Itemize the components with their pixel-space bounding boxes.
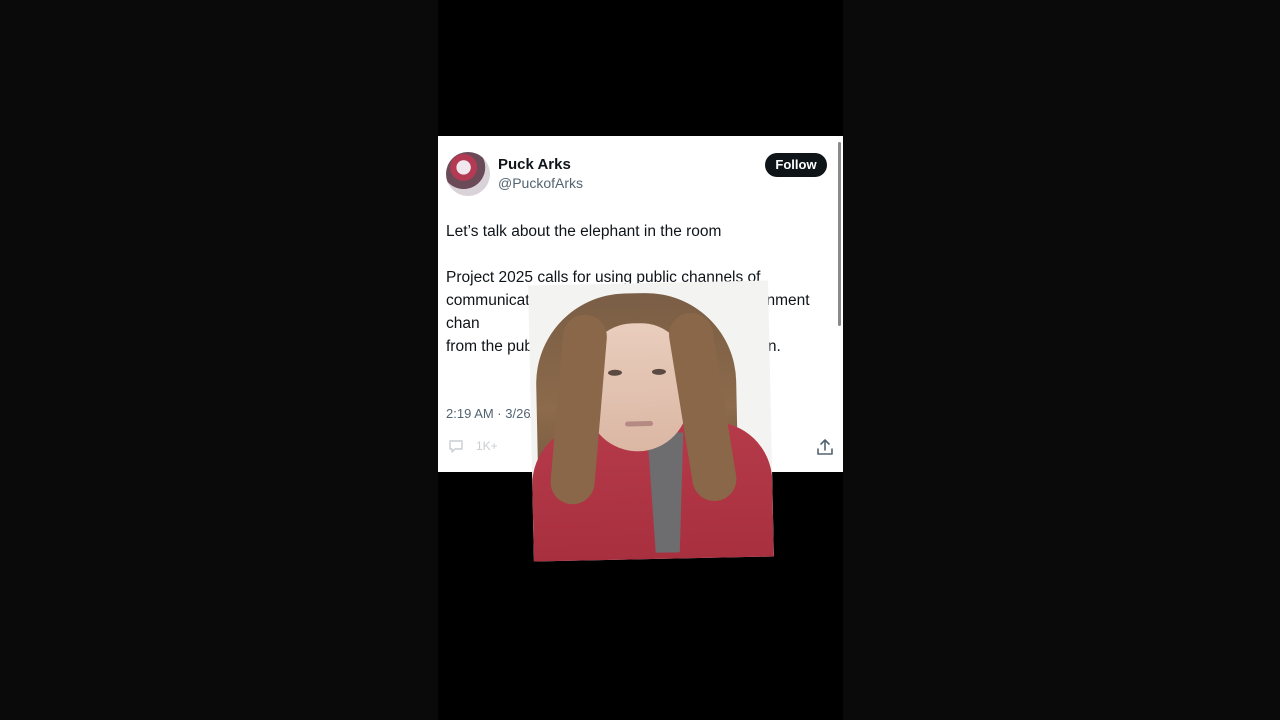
tweet-paragraph-1: Let’s talk about the elephant in the roo… [446, 223, 722, 240]
video-frame: Puck Arks @PuckofArks Follow Let’s talk … [0, 0, 1280, 720]
display-name[interactable]: Puck Arks [498, 156, 571, 173]
user-handle[interactable]: @PuckofArks [498, 175, 583, 191]
follow-button[interactable]: Follow [765, 153, 827, 177]
reply-icon[interactable] [448, 438, 464, 454]
eye-left [607, 369, 623, 376]
avatar[interactable] [446, 152, 490, 196]
tweet-timestamp[interactable]: 2:19 AM · 3/26/2 [446, 406, 541, 421]
mouth [625, 420, 654, 427]
letterbox-right [843, 0, 1280, 720]
share-icon[interactable] [815, 437, 835, 457]
eye-right [651, 368, 667, 375]
letterbox-left [0, 0, 438, 720]
scrollbar[interactable] [838, 142, 841, 326]
creator-video-overlay [528, 280, 774, 562]
video-content: Puck Arks @PuckofArks Follow Let’s talk … [438, 0, 843, 720]
reply-count: 1K+ [476, 439, 498, 453]
